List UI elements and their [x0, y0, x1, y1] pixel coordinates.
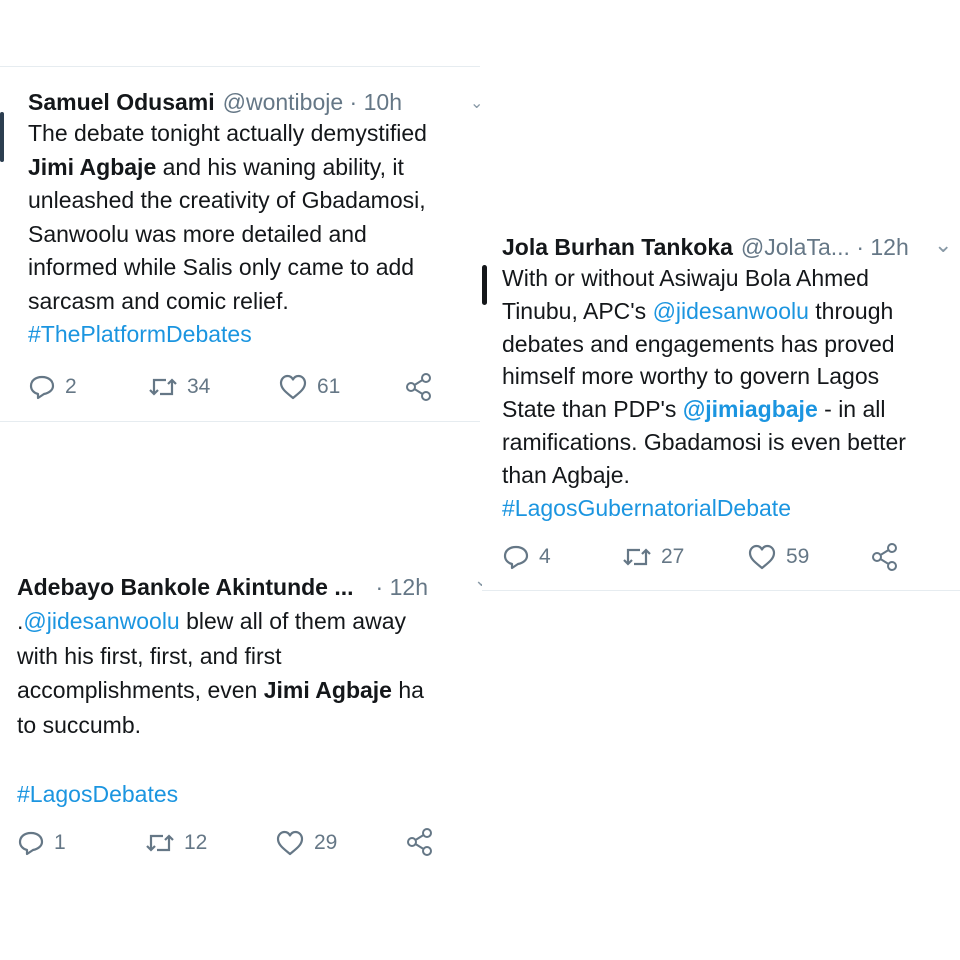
hashtag-link[interactable]: #LagosDebates: [17, 777, 424, 812]
bold-name: Jimi Agbaje: [263, 677, 392, 703]
share-icon: [872, 543, 897, 571]
like-icon: [748, 544, 776, 570]
like-count: 59: [786, 545, 810, 568]
tweet-line: debates and engagements has proved: [502, 330, 895, 357]
avatar-edge: [0, 112, 4, 162]
reply-icon: [503, 545, 529, 570]
tweet-body: .@jidesanwoolu blew all of them away wit…: [17, 604, 424, 811]
tweet-line: sarcasm and comic relief.: [28, 287, 289, 314]
tweet-actions: 4 27 59: [502, 540, 922, 574]
like-icon: [279, 374, 307, 400]
mention-link[interactable]: @jidesanwoolu: [653, 298, 809, 324]
avatar-edge: [482, 265, 487, 305]
retweet-button[interactable]: 27: [622, 544, 684, 570]
author-name[interactable]: Samuel Odusami: [28, 89, 215, 116]
tweet2-bottom-divider: [482, 590, 960, 591]
hashtag-link[interactable]: #LagosGubernatorialDebate: [502, 492, 906, 525]
reply-button[interactable]: 2: [28, 374, 77, 400]
share-icon: [407, 828, 432, 856]
tweet-line: himself more worthy to govern Lagos: [502, 363, 880, 390]
retweet-count: 12: [184, 831, 208, 854]
retweet-icon: [149, 378, 177, 396]
retweet-icon: [146, 834, 174, 852]
author-name[interactable]: Adebayo Bankole Akintunde ...: [17, 574, 354, 601]
tweet-line: Sanwoolu was more detailed and: [28, 220, 367, 247]
share-button[interactable]: [404, 372, 434, 402]
tweet-line: than Agbaje.: [502, 461, 630, 488]
tweet-actions: 2 34 61: [28, 370, 448, 404]
chevron-down-icon[interactable]: ⌄: [474, 570, 482, 591]
reply-icon: [29, 375, 55, 400]
tweet-line: Tinubu, APC's @jidesanwoolu through: [502, 297, 894, 324]
retweet-icon: [623, 548, 651, 566]
tweet-card-adebayo[interactable]: Adebayo Bankole Akintunde ... · 12h ⌄ .@…: [0, 560, 482, 860]
share-button[interactable]: [870, 542, 900, 572]
reply-icon: [18, 831, 44, 856]
share-icon: [406, 373, 431, 401]
tweet-line: ramifications. Gbadamosi is even better: [502, 428, 906, 455]
tweet-body: The debate tonight actually demystified …: [28, 117, 427, 352]
retweet-button[interactable]: 12: [145, 830, 207, 856]
tweet-header: Samuel Odusami @wontiboje · 10h: [28, 89, 402, 116]
hashtag-link[interactable]: #ThePlatformDebates: [28, 318, 427, 352]
like-button[interactable]: 59: [747, 544, 809, 570]
reply-count: 4: [539, 545, 551, 568]
bold-name: Jimi Agbaje: [28, 153, 157, 180]
chevron-down-icon[interactable]: ⌄: [934, 232, 952, 258]
tweet-card-samuel[interactable]: Samuel Odusami @wontiboje · 10h ⌄ The de…: [0, 67, 483, 421]
tweet-line: with his first, first, and first: [17, 642, 282, 669]
reply-count: 1: [54, 831, 66, 854]
tweet-card-jola[interactable]: Jola Burhan Tankoka @JolaTa... · 12h ⌄ W…: [482, 210, 960, 588]
tweet-line: With or without Asiwaju Bola Ahmed: [502, 265, 869, 291]
author-name[interactable]: Jola Burhan Tankoka: [502, 234, 733, 261]
tweet-line: The debate tonight actually demystified: [28, 120, 427, 146]
retweet-button[interactable]: 34: [148, 374, 210, 400]
like-icon: [276, 830, 304, 856]
tweet-header: Adebayo Bankole Akintunde ... · 12h: [17, 574, 428, 601]
like-count: 29: [314, 831, 338, 854]
tweet-actions: 1 12 29: [17, 827, 457, 860]
mention-link[interactable]: @jimiagbaje: [683, 396, 818, 422]
tweet-line: Jimi Agbaje and his waning ability, it: [28, 153, 404, 180]
tweet-line: unleashed the creativity of Gbadamosi,: [28, 187, 426, 213]
tweet-header: Jola Burhan Tankoka @JolaTa... · 12h: [502, 234, 909, 261]
tweet-line: informed while Salis only came to add: [28, 254, 415, 280]
retweet-count: 27: [661, 545, 685, 568]
chevron-down-icon[interactable]: ⌄: [470, 93, 483, 113]
tweet-body: With or without Asiwaju Bola Ahmed Tinub…: [502, 262, 906, 524]
tweet-line: .@jidesanwoolu blew all of them away: [17, 608, 406, 634]
tweet-line: to succumb.: [17, 711, 141, 738]
tweet1-bottom-divider: [0, 421, 480, 422]
reply-button[interactable]: 1: [17, 830, 66, 856]
mention-link[interactable]: @jidesanwoolu: [23, 608, 179, 634]
tweet-line: State than PDP's @jimiagbaje - in all: [502, 396, 886, 423]
tweet-time[interactable]: · 12h: [376, 574, 428, 601]
like-button[interactable]: 61: [278, 374, 340, 400]
reply-count: 2: [65, 375, 77, 398]
share-button[interactable]: [405, 827, 435, 857]
author-handle[interactable]: @wontiboje · 10h: [223, 89, 402, 116]
author-handle[interactable]: @JolaTa... · 12h: [741, 234, 909, 261]
like-count: 61: [317, 375, 341, 398]
tweet-line: accomplishments, even Jimi Agbaje ha: [17, 677, 424, 703]
reply-button[interactable]: 4: [502, 544, 551, 570]
like-button[interactable]: 29: [275, 830, 337, 856]
retweet-count: 34: [187, 375, 211, 398]
